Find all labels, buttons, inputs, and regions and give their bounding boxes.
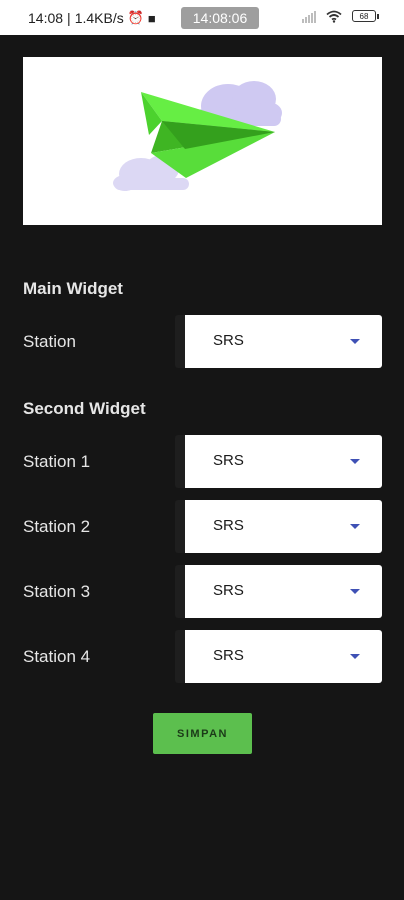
status-bar: 14:08 | 1.4KB/s ⏰ ■ 14:08:06 68 <box>0 0 404 35</box>
station-1-dropdown-value: SRS <box>213 452 244 469</box>
station-3-dropdown-value: SRS <box>213 582 244 599</box>
station-2-dropdown[interactable]: SRS <box>175 500 382 553</box>
station-4-dropdown[interactable]: SRS <box>175 630 382 683</box>
network-speed: 1.4KB/s <box>74 10 124 26</box>
dropdown-arrow-icon <box>350 339 360 344</box>
screen-record-timer: 14:08:06 <box>181 7 259 29</box>
dropdown-arrow-icon <box>350 589 360 594</box>
main-widget-title: Main Widget <box>23 279 123 298</box>
station-label: Station <box>23 332 76 351</box>
alarm-icon: ⏰ <box>127 10 144 25</box>
status-right: 68 <box>302 9 379 23</box>
paper-plane-illustration <box>113 81 282 191</box>
station-dropdown[interactable]: SRS <box>175 315 382 368</box>
dropdown-arrow-icon <box>350 459 360 464</box>
station-2-label: Station 2 <box>23 517 91 536</box>
station-1-label: Station 1 <box>23 452 91 471</box>
station-1-dropdown[interactable]: SRS <box>175 435 382 488</box>
dropdown-arrow-icon <box>350 654 360 659</box>
station-dropdown-value: SRS <box>213 332 244 349</box>
station-2-dropdown-value: SRS <box>213 517 244 534</box>
station-4-dropdown-value: SRS <box>213 647 244 664</box>
banner-illustration <box>23 57 382 225</box>
battery-level: 68 <box>359 11 369 21</box>
status-time: 14:08 <box>28 10 64 26</box>
dropdown-arrow-icon <box>350 524 360 529</box>
second-widget-title: Second Widget <box>23 399 146 418</box>
battery-icon: 68 <box>352 10 379 22</box>
signal-icon <box>302 9 316 23</box>
station-4-label: Station 4 <box>23 647 91 666</box>
station-3-label: Station 3 <box>23 582 91 601</box>
status-left: 14:08 | 1.4KB/s ⏰ ■ <box>28 10 156 26</box>
wifi-icon <box>326 10 342 23</box>
save-button[interactable]: SIMPAN <box>153 713 252 754</box>
station-3-dropdown[interactable]: SRS <box>175 565 382 618</box>
app-notification-icon: ■ <box>147 10 156 26</box>
